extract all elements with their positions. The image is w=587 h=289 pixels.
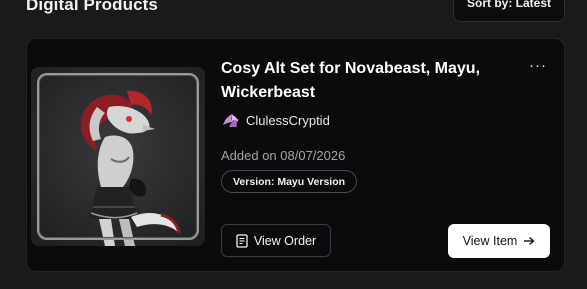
version-label: Version: Mayu Version — [233, 175, 346, 188]
product-thumbnail[interactable] — [31, 67, 205, 246]
creator-avatar-icon — [221, 111, 241, 129]
added-date: Added on 08/07/2026 — [221, 148, 346, 163]
view-item-button[interactable]: View Item — [448, 224, 550, 258]
more-options-button[interactable]: ··· — [526, 58, 550, 75]
digital-products-page: Digital Products Sort by: Latest Cosy Al… — [0, 0, 587, 289]
thumbnail-frame — [37, 73, 199, 240]
section-title: Digital Products — [26, 0, 158, 14]
view-order-button[interactable]: View Order — [221, 224, 331, 257]
view-item-label: View Item — [462, 234, 518, 248]
version-badge: Version: Mayu Version — [221, 170, 358, 193]
product-title[interactable]: Cosy Alt Set for Novabeast, Mayu, Wicker… — [221, 57, 511, 105]
arrow-right-icon — [523, 236, 535, 246]
creator-link[interactable]: ClulessCryptid — [221, 111, 330, 129]
view-order-label: View Order — [253, 233, 317, 248]
sort-button[interactable]: Sort by: Latest — [453, 0, 565, 22]
creator-name: ClulessCryptid — [246, 112, 330, 128]
product-card: Cosy Alt Set for Novabeast, Mayu, Wicker… — [26, 38, 565, 272]
receipt-icon — [236, 233, 248, 248]
